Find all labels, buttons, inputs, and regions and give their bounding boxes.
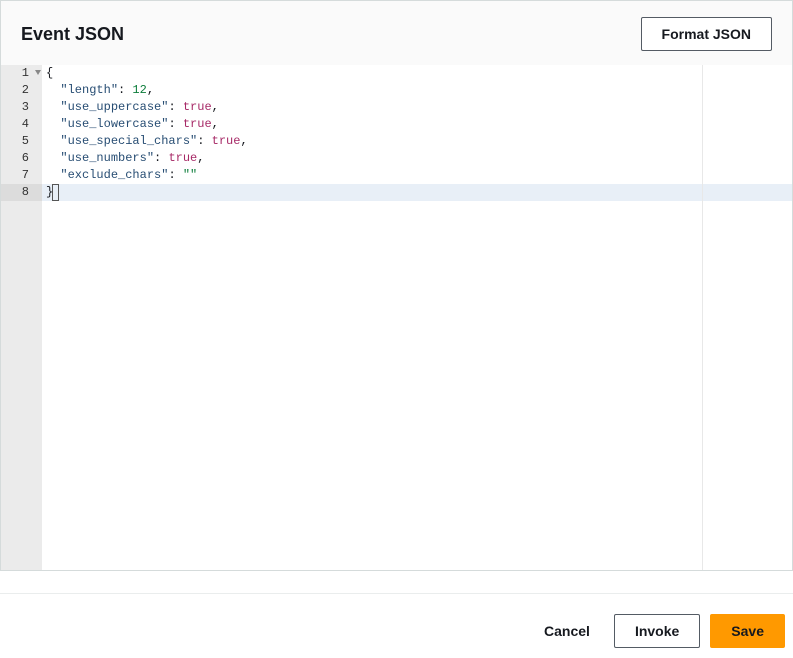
gutter-line: 3: [1, 99, 42, 116]
code-line[interactable]: "exclude_chars": "": [42, 167, 792, 184]
panel-title: Event JSON: [21, 24, 124, 45]
panel-header: Event JSON Format JSON: [1, 1, 792, 65]
gutter-line: 8: [1, 184, 42, 201]
invoke-button[interactable]: Invoke: [614, 614, 700, 648]
editor-gutter: 12345678: [1, 65, 42, 570]
editor-code-area[interactable]: { "length": 12, "use_uppercase": true, "…: [42, 65, 792, 570]
gutter-line: 4: [1, 116, 42, 133]
code-editor[interactable]: 12345678 { "length": 12, "use_uppercase"…: [1, 65, 792, 570]
fold-icon[interactable]: [35, 70, 41, 75]
gutter-line: 5: [1, 133, 42, 150]
gutter-line: 2: [1, 82, 42, 99]
gutter-line: 6: [1, 150, 42, 167]
code-line[interactable]: "use_lowercase": true,: [42, 116, 792, 133]
footer-actions: Cancel Invoke Save: [0, 593, 793, 658]
code-line[interactable]: }: [42, 184, 792, 201]
cancel-button[interactable]: Cancel: [530, 615, 604, 647]
code-line[interactable]: "use_uppercase": true,: [42, 99, 792, 116]
event-json-panel: Event JSON Format JSON 12345678 { "lengt…: [0, 0, 793, 571]
format-json-button[interactable]: Format JSON: [641, 17, 772, 51]
gutter-line: 7: [1, 167, 42, 184]
code-line[interactable]: {: [42, 65, 792, 82]
save-button[interactable]: Save: [710, 614, 785, 648]
code-line[interactable]: "use_numbers": true,: [42, 150, 792, 167]
code-line[interactable]: "length": 12,: [42, 82, 792, 99]
print-margin: [702, 65, 703, 570]
gutter-line: 1: [1, 65, 42, 82]
code-line[interactable]: "use_special_chars": true,: [42, 133, 792, 150]
